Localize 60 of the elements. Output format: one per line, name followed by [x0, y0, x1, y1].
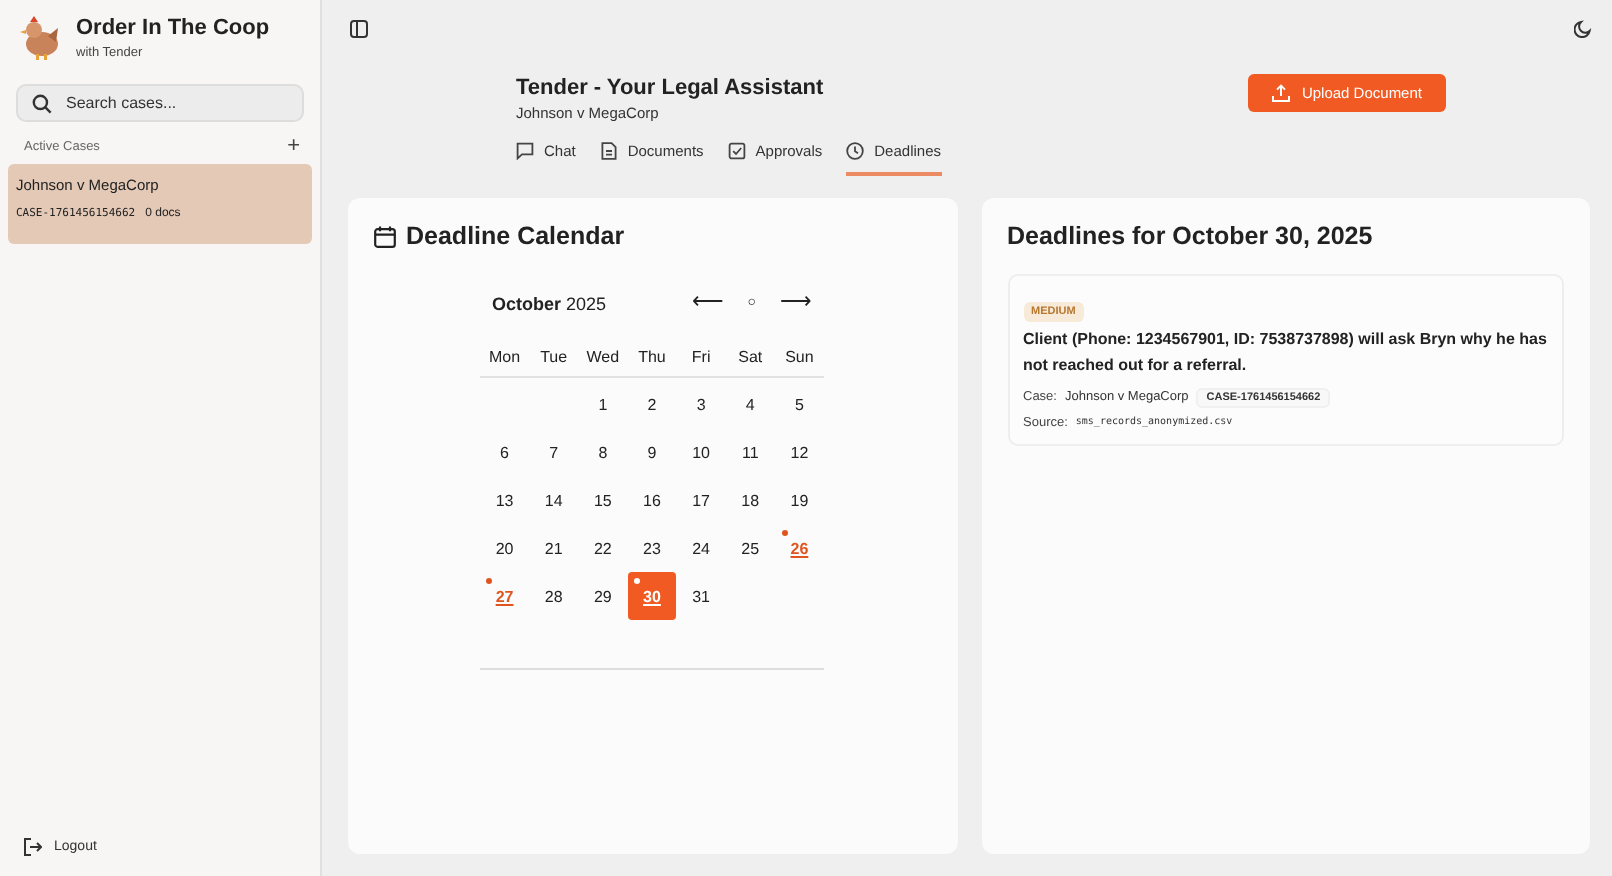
calendar-day[interactable]: 3: [677, 380, 726, 428]
calendar-day[interactable]: 31: [677, 572, 726, 620]
app-name: Order In The Coop: [76, 16, 270, 40]
document-icon: [599, 142, 618, 160]
calendar-day[interactable]: 29: [578, 572, 627, 620]
chat-icon: [516, 142, 534, 160]
calendar-day[interactable]: 27: [480, 572, 529, 620]
logout-icon: [24, 838, 42, 856]
calendar-day[interactable]: 4: [726, 380, 775, 428]
calendar-day[interactable]: 21: [529, 524, 578, 572]
calendar-day[interactable]: 28: [529, 572, 578, 620]
calendar-day[interactable]: 17: [677, 476, 726, 524]
calendar-day[interactable]: 11: [726, 428, 775, 476]
weekday-label: Sat: [736, 348, 765, 366]
calendar-day[interactable]: 24: [677, 524, 726, 572]
calendar-day[interactable]: 16: [627, 476, 676, 524]
previous-month-button[interactable]: ⟵: [691, 292, 724, 314]
next-month-button[interactable]: ⟶: [780, 292, 812, 314]
weekday-label: Sun: [783, 348, 816, 366]
calendar-day[interactable]: 22: [578, 524, 627, 572]
deadline-text: Client (Phone: 1234567901, ID: 7538737898) will ask Bryn why he has not reached out for a referral.: [1023, 328, 1548, 378]
calendar-day[interactable]: 12: [775, 428, 824, 476]
card-title: Deadline Calendar: [406, 222, 625, 250]
checkbox-icon: [727, 142, 746, 160]
calendar-day[interactable]: 2: [627, 380, 676, 428]
add-case-button[interactable]: +: [287, 136, 300, 158]
calendar-day[interactable]: 13: [480, 476, 529, 524]
weekday-label: Thu: [636, 348, 668, 366]
calendar-day[interactable]: 14: [529, 476, 578, 524]
deadline-dot: [781, 530, 788, 536]
calendar-day[interactable]: 15: [578, 476, 627, 524]
upload-icon: [1271, 84, 1290, 102]
month-label: October 2025: [492, 293, 607, 313]
search-field[interactable]: Search cases...: [16, 84, 304, 122]
calendar-day[interactable]: 9: [627, 428, 676, 476]
calendar-day[interactable]: 8: [578, 428, 627, 476]
calendar-icon: [374, 225, 396, 247]
calendar-day[interactable]: 6: [480, 428, 529, 476]
card-title: Deadlines for October 30, 2025: [1007, 222, 1375, 250]
calendar-day[interactable]: 1: [578, 380, 627, 428]
calendar-day[interactable]: 25: [726, 524, 775, 572]
moon-icon[interactable]: [1574, 19, 1592, 37]
clock-icon: [846, 142, 865, 160]
weekday-label: Mon: [487, 348, 523, 366]
weekday-label: Tue: [538, 348, 570, 366]
calendar-day[interactable]: 10: [677, 428, 726, 476]
sidebar-toggle-icon[interactable]: [350, 19, 368, 37]
calendar-day[interactable]: 23: [627, 524, 676, 572]
deadline-dot: [486, 578, 493, 584]
calendar-day[interactable]: 26: [775, 524, 824, 572]
calendar-day[interactable]: 20: [480, 524, 529, 572]
calendar-day[interactable]: 18: [726, 476, 775, 524]
chicken-icon: [20, 16, 60, 60]
calendar-day[interactable]: 5: [775, 380, 824, 428]
deadline-dot: [633, 578, 640, 584]
weekday-label: Fri: [689, 348, 713, 366]
weekday-label: Wed: [584, 348, 622, 366]
calendar-day[interactable]: 7: [529, 428, 578, 476]
calendar-day[interactable]: 19: [775, 476, 824, 524]
page-title: Tender - Your Legal Assistant: [516, 76, 824, 100]
